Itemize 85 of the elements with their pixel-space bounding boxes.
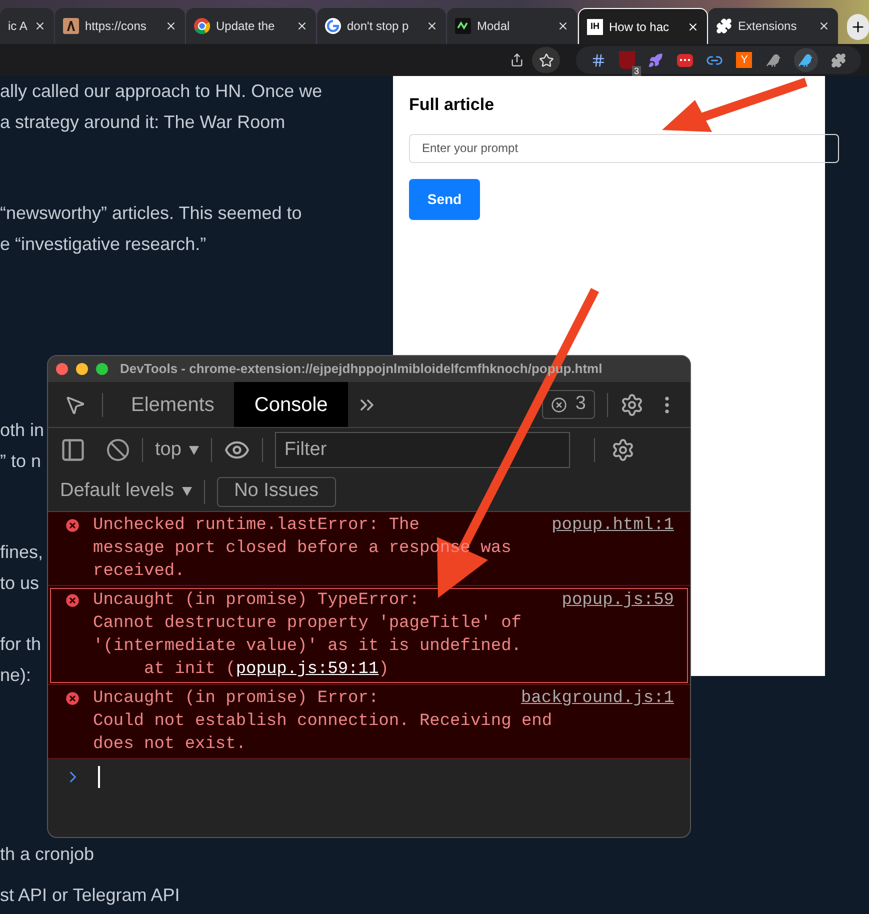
clear-console-icon[interactable]: [106, 438, 130, 462]
hash-icon[interactable]: [590, 52, 606, 68]
rocket-icon[interactable]: [648, 52, 664, 68]
issues-button[interactable]: No Issues: [217, 476, 336, 506]
browser-tab[interactable]: Modal: [447, 8, 577, 44]
error-title: Unchecked runtime.lastError: The: [93, 515, 420, 537]
article-text: oth in: [0, 419, 44, 442]
chrome-icon: [194, 18, 210, 34]
levels-dropdown[interactable]: Default levels: [60, 477, 192, 506]
close-icon[interactable]: [34, 20, 46, 32]
devtools-tab[interactable]: Elements: [111, 382, 234, 427]
dots-icon[interactable]: [676, 54, 693, 66]
send-button[interactable]: Send: [409, 178, 480, 220]
bird-icon[interactable]: [766, 52, 781, 68]
article-text: a strategy around it: The War Room: [0, 111, 286, 134]
error-icon: [64, 690, 81, 707]
browser-tab[interactable]: https://cons: [55, 8, 185, 44]
plus-icon: [850, 19, 866, 35]
browser-tab[interactable]: Update the: [186, 8, 316, 44]
error-icon: [64, 517, 81, 534]
close-icon[interactable]: [296, 20, 308, 32]
close-window-button[interactable]: [56, 363, 68, 375]
context-dropdown[interactable]: top: [155, 436, 200, 464]
article-text: e “investigative research.”: [0, 233, 206, 256]
modal-logo-icon: [455, 18, 471, 34]
tab-title: don't stop p: [347, 18, 409, 35]
article-text: ally called our approach to HN. Once we: [0, 80, 322, 103]
source-link[interactable]: popup.html:1: [552, 514, 674, 537]
source-link[interactable]: background.js:1: [520, 687, 674, 710]
error-counter[interactable]: 3: [542, 390, 595, 419]
tab-title: Update the: [216, 18, 275, 35]
star-icon: [538, 52, 554, 68]
browser-tab[interactable]: IH How to hac: [578, 8, 708, 44]
error-title: Uncaught (in promise) Error:: [93, 688, 379, 710]
caret-icon: [182, 487, 192, 496]
browser-tab[interactable]: Extensions: [708, 8, 838, 44]
settings-icon[interactable]: [620, 392, 644, 416]
zoom-window-button[interactable]: [96, 363, 108, 375]
browser-tab[interactable]: don't stop p: [317, 8, 446, 44]
new-tab-button[interactable]: [847, 14, 869, 40]
caret-icon: [189, 446, 200, 454]
error-icon: [551, 396, 568, 412]
article-text: th a cronjob: [0, 843, 94, 866]
tab-title: Modal: [477, 18, 510, 35]
puzzle-icon: [716, 18, 732, 34]
article-text: to us: [0, 572, 40, 595]
article-text: fines,: [0, 541, 44, 564]
prompt-input[interactable]: Enter your prompt: [409, 134, 839, 162]
close-icon[interactable]: [165, 20, 177, 32]
share-icon[interactable]: [510, 53, 524, 67]
close-icon[interactable]: [426, 20, 438, 32]
close-icon[interactable]: [687, 20, 699, 32]
bird-icon: [798, 52, 814, 68]
puzzle-icon[interactable]: [831, 52, 846, 68]
error-count: 3: [575, 392, 586, 416]
bird-extension[interactable]: [794, 48, 818, 72]
stack-trace-link[interactable]: popup.js:59:11: [236, 660, 379, 679]
close-icon[interactable]: [557, 20, 569, 32]
site-logo: IH: [587, 18, 603, 34]
popup-heading: Full article: [409, 94, 494, 116]
tab-title: https://cons: [85, 18, 146, 35]
console-settings-icon[interactable]: [611, 438, 636, 462]
error-icon: [64, 592, 81, 609]
minimize-window-button[interactable]: [76, 363, 88, 375]
error-message: Cannot destructure property 'pageTitle' of '(intermediate value)' as it is undefined. at init (popup.js:59:11): [93, 613, 522, 681]
inspect-icon[interactable]: [64, 394, 86, 416]
close-icon[interactable]: [818, 20, 830, 32]
article-text: for th: [0, 633, 42, 656]
error-title: Uncaught (in promise) TypeError:: [93, 590, 420, 612]
tab-title: Extensions: [738, 18, 797, 35]
source-link[interactable]: popup.js:59: [562, 589, 674, 612]
article-text: ne):: [0, 664, 32, 687]
devtools-tab[interactable]: Console: [234, 382, 348, 427]
filter-field[interactable]: Filter: [275, 432, 570, 468]
article-text: ” to n: [0, 450, 42, 473]
article-text: st API or Telegram API: [0, 884, 180, 907]
tab-title: How to hac: [609, 18, 670, 36]
article-text: “newsworthy” articles. This seemed to: [0, 202, 302, 225]
error-message: Could not establish connection. Receiving end does not exist.: [93, 711, 552, 756]
tab-title: ic A: [8, 18, 28, 35]
sidebar-icon[interactable]: [60, 437, 86, 463]
browser-tab[interactable]: ic A: [0, 8, 54, 44]
bookmark-button[interactable]: [532, 47, 560, 73]
logo-icon: [63, 18, 79, 34]
google-icon: [325, 18, 341, 34]
